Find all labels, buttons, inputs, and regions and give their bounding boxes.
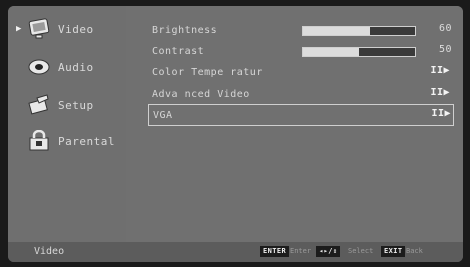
submenu-arrow-icon: II▶ bbox=[431, 108, 451, 119]
sidebar-item-label: Audio bbox=[58, 60, 94, 74]
menu-row-color-temperature[interactable]: Color Tempe ratur II▶ bbox=[152, 62, 452, 82]
sidebar-item-label: Parental bbox=[58, 134, 115, 148]
navigate-key-hint: ◂▸/⇕ bbox=[316, 246, 341, 257]
osd-screen: ▶ Video Audio Setup Parental Brightness … bbox=[8, 6, 463, 262]
contrast-slider[interactable] bbox=[302, 47, 416, 57]
contrast-value: 50 bbox=[438, 44, 452, 55]
menu-row-vga[interactable]: VGA II▶ bbox=[148, 104, 454, 126]
navigate-key-desc: Select bbox=[348, 247, 374, 255]
sidebar-item-audio[interactable]: Audio bbox=[16, 52, 124, 82]
brightness-value: 60 bbox=[438, 23, 452, 34]
sidebar: ▶ Video Audio Setup Parental bbox=[8, 6, 126, 242]
submenu-arrow-icon: II▶ bbox=[430, 87, 450, 98]
menu-row-advanced-video[interactable]: Adva nced Video II▶ bbox=[152, 84, 452, 104]
sidebar-item-label: Setup bbox=[58, 98, 94, 112]
submenu-arrow-icon: II▶ bbox=[430, 65, 450, 76]
exit-key-desc: Back bbox=[406, 247, 423, 255]
enter-key-hint: ENTER bbox=[260, 246, 290, 257]
menu-row-brightness[interactable]: Brightness 60 bbox=[152, 20, 452, 40]
wrench-icon bbox=[26, 93, 52, 117]
exit-key-hint: EXIT bbox=[381, 246, 406, 257]
settings-panel: Brightness 60 Contrast 50 Color Tempe ra… bbox=[126, 6, 463, 242]
sidebar-item-parental[interactable]: Parental bbox=[16, 126, 124, 156]
lock-icon bbox=[26, 129, 52, 153]
row-label: Adva nced Video bbox=[152, 88, 250, 100]
brightness-slider[interactable] bbox=[302, 26, 416, 36]
selection-arrow-icon: ▶ bbox=[16, 24, 22, 34]
speaker-icon bbox=[26, 55, 52, 79]
menu-row-contrast[interactable]: Contrast 50 bbox=[152, 41, 452, 61]
footer-bar: Video ENTER Enter ◂▸/⇕ Select EXIT Back bbox=[8, 242, 463, 262]
row-label: Color Tempe ratur bbox=[152, 66, 263, 78]
monitor-icon bbox=[26, 17, 52, 41]
sidebar-item-video[interactable]: ▶ Video bbox=[16, 14, 124, 44]
enter-key-desc: Enter bbox=[290, 247, 312, 255]
sidebar-item-setup[interactable]: Setup bbox=[16, 90, 124, 120]
footer-title: Video bbox=[34, 246, 65, 257]
row-label: VGA bbox=[153, 109, 173, 121]
sidebar-item-label: Video bbox=[58, 22, 94, 36]
